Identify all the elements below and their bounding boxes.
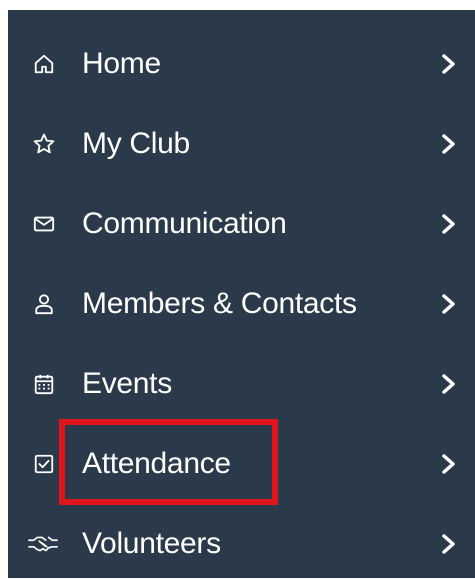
sidebar-item-label: Attendance (82, 447, 231, 480)
star-icon (32, 132, 56, 156)
chevron-right-icon (438, 213, 460, 235)
sidebar-item-home[interactable]: Home (8, 28, 475, 100)
sidebar-item-attendance[interactable]: Attendance (8, 428, 475, 500)
user-icon (32, 292, 56, 316)
sidebar-item-label: Volunteers (82, 527, 221, 560)
chevron-right-icon (438, 373, 460, 395)
sidebar-item-volunteers[interactable]: Volunteers (8, 508, 475, 580)
sidebar-item-members-contacts[interactable]: Members & Contacts (8, 268, 475, 340)
chevron-right-icon (438, 133, 460, 155)
calendar-icon (32, 372, 56, 396)
home-icon (32, 52, 56, 76)
chevron-right-icon (438, 453, 460, 475)
sidebar-item-communication[interactable]: Communication (8, 188, 475, 260)
sidebar-item-label: Home (82, 47, 161, 80)
sidebar-menu: Home My Club Communication Members & Con… (8, 10, 475, 578)
sidebar-item-label: My Club (82, 127, 190, 160)
sidebar-item-label: Members & Contacts (82, 287, 357, 320)
sidebar-item-events[interactable]: Events (8, 348, 475, 420)
envelope-icon (32, 212, 56, 236)
handshake-icon (28, 532, 58, 556)
screenshot-frame: Home My Club Communication Members & Con… (0, 0, 475, 578)
sidebar-item-label: Events (82, 367, 172, 400)
chevron-right-icon (438, 53, 460, 75)
chevron-right-icon (438, 293, 460, 315)
sidebar-item-my-club[interactable]: My Club (8, 108, 475, 180)
sidebar-item-label: Communication (82, 207, 287, 240)
checkbox-icon (32, 452, 56, 476)
chevron-right-icon (438, 533, 460, 555)
